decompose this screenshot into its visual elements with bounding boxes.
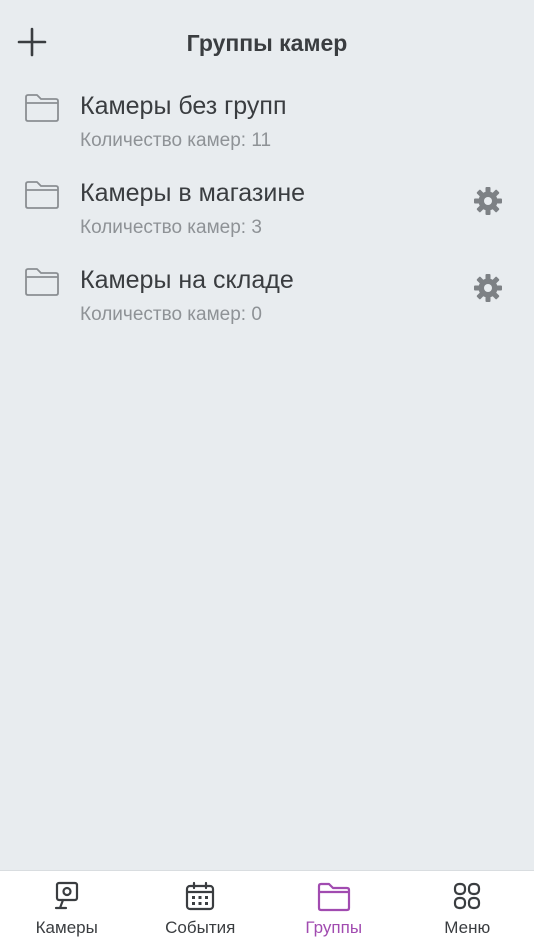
folder-icon — [317, 881, 351, 913]
header: Группы камер — [0, 0, 534, 80]
gear-icon — [473, 273, 503, 303]
folder-icon — [24, 179, 60, 211]
tab-menu[interactable]: Меню — [401, 871, 534, 951]
group-count: Количество камер: 3 — [80, 217, 262, 239]
group-item-no-group[interactable]: Камеры без групп Количество камер: 11 — [0, 80, 534, 167]
tab-cameras[interactable]: Камеры — [0, 871, 134, 951]
bottom-tab-bar: Камеры События Группы — [0, 870, 534, 951]
group-name: Камеры на складе — [80, 266, 294, 295]
group-name: Камеры в магазине — [80, 179, 305, 208]
tab-groups[interactable]: Группы — [267, 871, 401, 951]
group-count: Количество камер: 0 — [80, 304, 262, 326]
tab-label: События — [134, 918, 268, 938]
group-settings-button[interactable] — [470, 270, 506, 306]
group-item-store[interactable]: Камеры в магазине Количество камер: 3 — [0, 167, 534, 254]
grid-icon — [450, 881, 484, 913]
page-title: Группы камер — [0, 30, 534, 57]
group-item-warehouse[interactable]: Камеры на складе Количество камер: 0 — [0, 254, 534, 341]
tab-label: Меню — [401, 918, 534, 938]
group-list: Камеры без групп Количество камер: 11 Ка… — [0, 80, 534, 341]
tab-label: Камеры — [0, 918, 134, 938]
folder-icon — [24, 266, 60, 298]
tab-label: Группы — [267, 918, 401, 938]
calendar-icon — [183, 881, 217, 913]
group-name: Камеры без групп — [80, 92, 287, 121]
folder-icon — [24, 92, 60, 124]
tab-events[interactable]: События — [134, 871, 268, 951]
group-count: Количество камер: 11 — [80, 130, 271, 152]
group-settings-button[interactable] — [470, 183, 506, 219]
camera-icon — [50, 881, 84, 913]
gear-icon — [473, 186, 503, 216]
